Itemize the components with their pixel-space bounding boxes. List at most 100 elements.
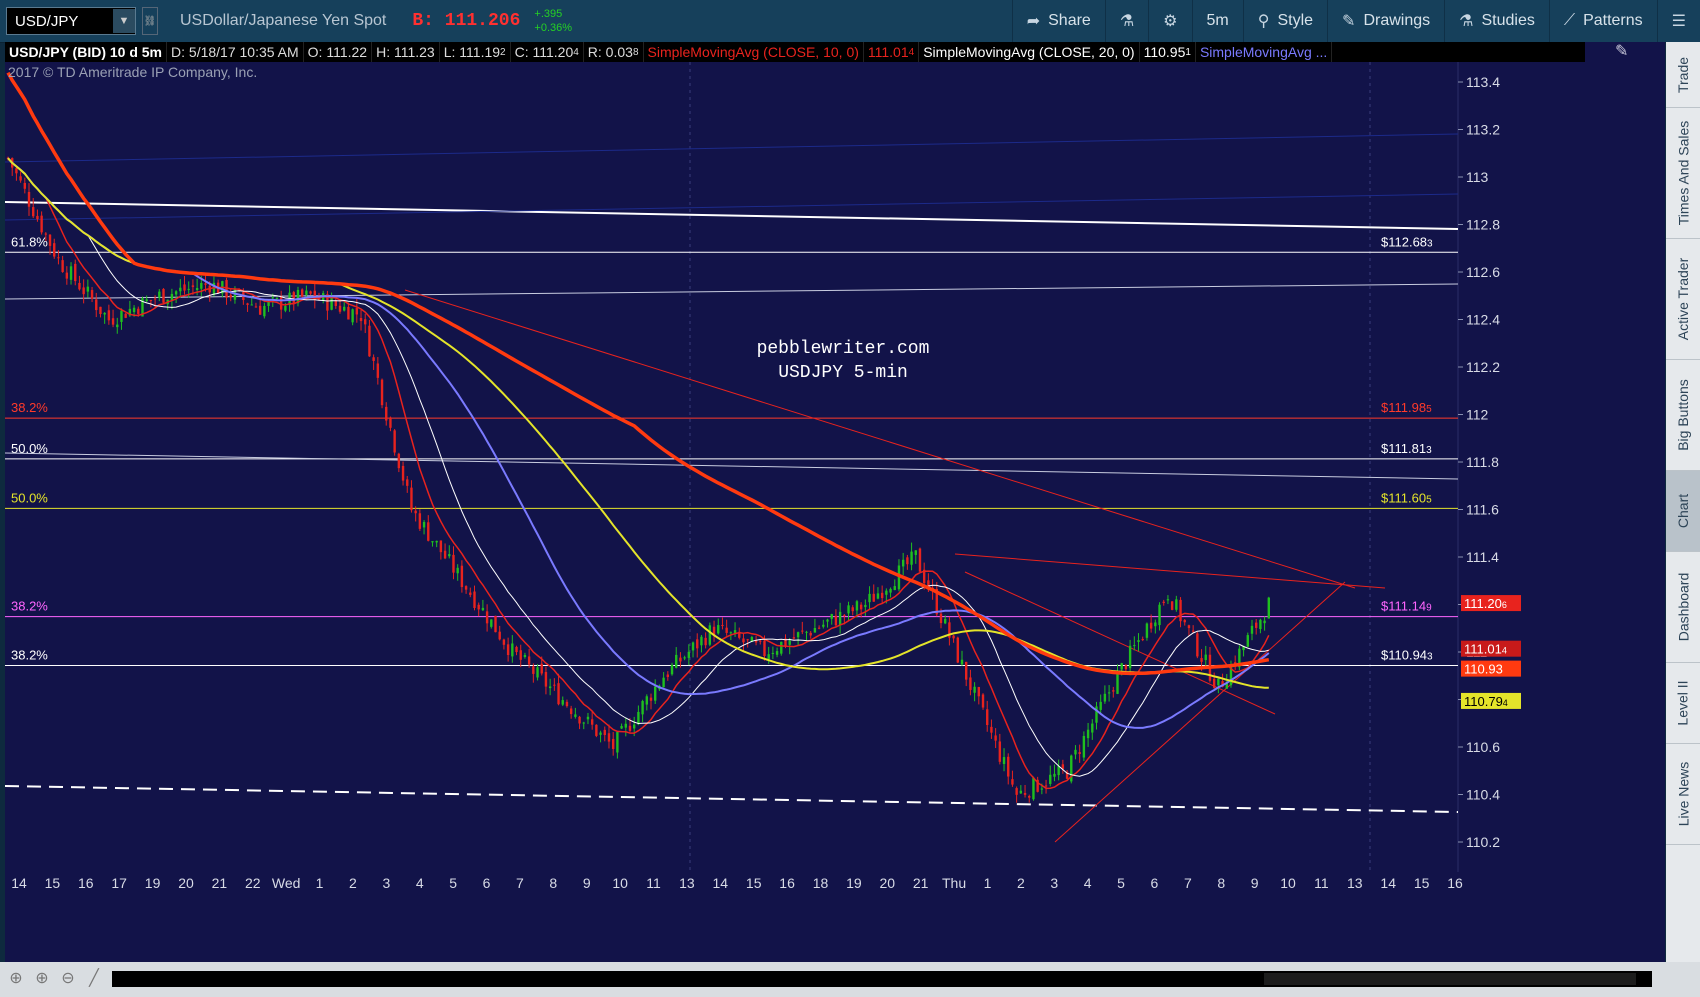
sma-blue-line bbox=[7, 157, 1270, 729]
sma20-value: 110.95 1 bbox=[1140, 42, 1196, 62]
candle-body bbox=[1191, 630, 1195, 632]
x-tick-label: 3 bbox=[382, 875, 390, 891]
candle-body bbox=[792, 637, 796, 639]
price-chart[interactable]: 61.8% $112.683 38.2% $111.985 50.0% $111.813 5… bbox=[5, 42, 1665, 962]
tab-live-news[interactable]: Live News bbox=[1666, 744, 1700, 845]
flask-button[interactable]: ⚗ bbox=[1104, 0, 1148, 42]
draw-tool-icon[interactable]: ✎ bbox=[1615, 43, 1628, 60]
studies-button[interactable]: ⚗ Studies bbox=[1444, 0, 1549, 42]
bar-close-value: C: 111.20 bbox=[514, 44, 574, 60]
candle-body bbox=[889, 588, 892, 593]
x-tick-label: 14 bbox=[1380, 875, 1396, 891]
toolbar-actions: ➦ Share ⚗ ⚙ 5m ⚲ Style ✎ Drawings ⚗ Studies … bbox=[1011, 0, 1700, 42]
menu-button[interactable]: ☰ bbox=[1656, 0, 1700, 42]
sma-more-label[interactable]: SimpleMovingAvg ... bbox=[1196, 42, 1333, 62]
candle-body bbox=[994, 735, 997, 741]
candle-body bbox=[548, 686, 552, 689]
candle-body bbox=[696, 639, 699, 649]
candle-body bbox=[1091, 723, 1094, 733]
candle-body bbox=[435, 540, 438, 543]
candle-body bbox=[628, 725, 632, 731]
tab-dashboard[interactable]: Dashboard bbox=[1666, 552, 1700, 663]
candle-body bbox=[490, 619, 493, 627]
candle-body bbox=[406, 479, 409, 486]
candle-body bbox=[742, 638, 745, 643]
settings-button[interactable]: ⚙ bbox=[1148, 0, 1191, 42]
x-tick-label: 14 bbox=[713, 875, 729, 891]
price-tag-value: 111.014 bbox=[1464, 642, 1507, 657]
tab-active-trader[interactable]: Active Trader bbox=[1666, 239, 1700, 360]
candle-body bbox=[574, 714, 577, 717]
tab-active-trader-label: Active Trader bbox=[1675, 257, 1692, 341]
price-tag-value: 110.93 bbox=[1464, 662, 1503, 677]
candle-body bbox=[86, 286, 90, 292]
candle-body bbox=[355, 308, 359, 315]
candle-body bbox=[498, 631, 501, 640]
candle-body bbox=[649, 697, 653, 701]
x-tick-label: 15 bbox=[45, 875, 61, 891]
candle-body bbox=[401, 465, 405, 481]
share-label: Share bbox=[1048, 12, 1091, 29]
chevron-down-icon[interactable]: ▼ bbox=[113, 9, 135, 33]
candle-body bbox=[561, 700, 564, 705]
share-button[interactable]: ➦ Share bbox=[1011, 0, 1105, 42]
candle-body bbox=[767, 654, 770, 660]
x-tick-label: 2 bbox=[1017, 875, 1025, 891]
bar-range-sub: 8 bbox=[632, 46, 639, 58]
candle-body bbox=[422, 521, 426, 528]
candle-body bbox=[654, 686, 657, 701]
y-tick-label: 110.4 bbox=[1466, 787, 1500, 803]
zoom-out-icon[interactable]: ⊖ bbox=[58, 968, 78, 988]
candle-body bbox=[137, 308, 140, 314]
sma10-label[interactable]: SimpleMovingAvg (CLOSE, 10, 0) bbox=[644, 42, 864, 62]
candle-body bbox=[733, 630, 737, 633]
candle-body bbox=[1107, 692, 1111, 694]
line-tool-icon[interactable]: ╱ bbox=[84, 968, 104, 988]
candle-body bbox=[901, 559, 905, 567]
drawings-button[interactable]: ✎ Drawings bbox=[1327, 0, 1444, 42]
x-tick-label: 13 bbox=[679, 875, 695, 891]
time-scrollbar[interactable] bbox=[112, 971, 1652, 987]
candle-body bbox=[74, 263, 77, 282]
chart-area[interactable]: 61.8% $112.683 38.2% $111.985 50.0% $111.813 5… bbox=[5, 42, 1665, 962]
scrollbar-thumb[interactable] bbox=[1264, 973, 1636, 985]
crosshair-icon[interactable]: ⊕ bbox=[6, 968, 26, 988]
support-dashed-line bbox=[5, 785, 1459, 813]
channel-line bbox=[5, 452, 1459, 480]
timeframe-button[interactable]: 5m bbox=[1191, 0, 1243, 42]
candle-body bbox=[502, 639, 506, 645]
style-button[interactable]: ⚲ Style bbox=[1242, 0, 1327, 42]
patterns-button[interactable]: ⟋ Patterns bbox=[1548, 0, 1657, 42]
zoom-in-icon[interactable]: ⊕ bbox=[32, 968, 52, 988]
link-icon[interactable]: ⛓ bbox=[142, 7, 158, 35]
candle-body bbox=[1166, 599, 1170, 601]
tab-times-and-sales[interactable]: Times And Sales bbox=[1666, 108, 1700, 239]
candle-body bbox=[397, 453, 401, 469]
candle-body bbox=[590, 719, 594, 725]
tab-level-ii[interactable]: Level II bbox=[1666, 663, 1700, 744]
candle-body bbox=[851, 607, 854, 612]
candle-body bbox=[69, 266, 73, 280]
candle-body bbox=[885, 590, 888, 595]
candle-body bbox=[1145, 623, 1149, 638]
x-tick-label: 1 bbox=[316, 875, 324, 891]
bar-low: L: 111.19 2 bbox=[440, 42, 511, 62]
candle-body bbox=[158, 291, 161, 298]
symbol-selector[interactable]: USD/JPY ▼ bbox=[6, 7, 136, 35]
copyright-text: 2017 © TD Ameritrade IP Company, Inc. bbox=[8, 64, 257, 80]
tab-big-buttons[interactable]: Big Buttons bbox=[1666, 360, 1700, 471]
candle-body bbox=[990, 726, 993, 733]
candle-body bbox=[1028, 796, 1031, 798]
sma20-label[interactable]: SimpleMovingAvg (CLOSE, 20, 0) bbox=[919, 42, 1140, 62]
tab-trade[interactable]: Trade bbox=[1666, 42, 1700, 108]
candle-body bbox=[195, 287, 199, 291]
candle-body bbox=[187, 288, 190, 290]
candle-body bbox=[174, 291, 178, 295]
candle-body bbox=[1254, 622, 1258, 628]
symbol-text[interactable]: USD/JPY bbox=[7, 13, 113, 30]
candle-body bbox=[15, 168, 18, 174]
candle-body bbox=[1086, 729, 1090, 739]
candle-body bbox=[1137, 640, 1140, 643]
tab-chart[interactable]: Chart bbox=[1666, 471, 1700, 552]
candle-body bbox=[843, 614, 846, 616]
